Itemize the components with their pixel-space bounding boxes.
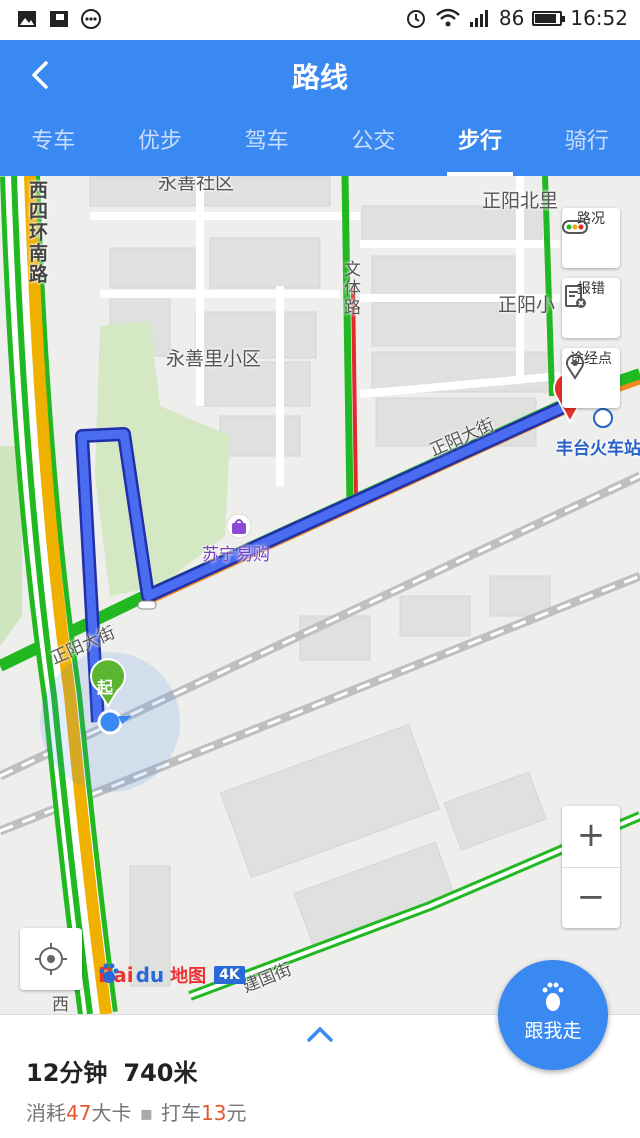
shopping-bag-icon (226, 513, 252, 539)
tab-bike[interactable]: 骑行 (533, 124, 640, 176)
follow-me-button[interactable]: 跟我走 (498, 960, 608, 1070)
route-duration: 12分钟 (26, 1059, 108, 1087)
tab-transit[interactable]: 公交 (320, 124, 427, 176)
calorie-prefix: 消耗 (26, 1101, 66, 1125)
waypoint-pin-icon (566, 354, 584, 380)
map-label-yongshanli: 永善里小区 (166, 348, 262, 370)
crosshair-icon (35, 943, 67, 975)
taxi-prefix: 打车 (161, 1101, 202, 1125)
chevron-up-icon[interactable] (306, 1025, 334, 1043)
more-dots-icon (81, 9, 101, 29)
system-icons: 86 16:52 (405, 6, 628, 30)
report-error-icon (565, 285, 586, 308)
wifi-icon (436, 8, 460, 27)
taxi-value: 13 (201, 1101, 227, 1125)
page-title: 路线 (291, 61, 348, 94)
map-label-xisihuan: 西四环南路 (26, 180, 48, 285)
map-label-fengtai-station: 丰台火车站 (556, 439, 640, 459)
image-flag-icon (50, 11, 68, 27)
route-duration-distance: 12分钟 740米 (26, 1053, 198, 1088)
logo-du: du (135, 963, 165, 987)
zoom-in-button[interactable]: + (562, 806, 620, 867)
waypoint-button[interactable]: 途经点 (562, 348, 620, 408)
route-extra-info: 消耗47大卡 ▪ 打车13元 (26, 1097, 246, 1126)
battery-percent: 86 (498, 6, 525, 30)
map-label-zhengyang-beili: 正阳北里 (482, 190, 559, 212)
locate-me-button[interactable] (20, 928, 82, 990)
taxi-suffix: 元 (226, 1101, 247, 1125)
report-error-button[interactable]: 报错 (562, 278, 620, 338)
transport-mode-tabs: 专车 优步 驾车 公交 步行 骑行 (0, 124, 640, 176)
map-label-wenti-lu: 文体路 (340, 260, 360, 317)
follow-me-label: 跟我走 (524, 1020, 582, 1042)
notification-icons (16, 8, 102, 30)
tab-drive[interactable]: 驾车 (213, 124, 320, 176)
route-header: 路线 专车 优步 驾车 公交 步行 骑行 (0, 40, 640, 176)
footprints-icon (542, 982, 564, 1011)
traffic-light-icon (562, 220, 588, 234)
status-bar: 86 16:52 (0, 0, 640, 40)
tab-zhuanche[interactable]: 专车 (0, 124, 107, 176)
map-view[interactable]: 永善社区 正阳北里 正阳小 西四环南路 文体路 永善里小区 正阳大街 正阳大街 … (0, 176, 640, 1014)
alarm-icon (406, 10, 425, 28)
subway-station-icon (593, 408, 613, 428)
start-marker-label: 起 (97, 678, 114, 697)
map-label-zhengyang-xiao: 正阳小 (498, 294, 556, 316)
tab-uber[interactable]: 优步 (107, 124, 214, 176)
route-distance: 740米 (123, 1059, 198, 1087)
paw-logo-icon (99, 963, 119, 983)
logo-ditu: 地图 (170, 966, 207, 987)
map-label-xi: 西 (52, 995, 69, 1014)
battery-icon (532, 10, 566, 26)
traffic-toggle-button[interactable]: 路况 (562, 208, 620, 268)
zoom-out-button[interactable]: − (562, 867, 620, 928)
calorie-suffix: 大卡 (91, 1101, 132, 1125)
logo-4k-badge: 4K (214, 966, 245, 984)
baidu-map-logo: Bai du 地图 4K (98, 962, 245, 988)
zoom-control: + − (562, 806, 620, 928)
separator-dot: ▪ (139, 1101, 154, 1125)
clock: 16:52 (570, 6, 628, 30)
map-label-yongshan: 永善社区 (158, 176, 235, 194)
tab-walk[interactable]: 步行 (427, 124, 534, 176)
map-label-suning: 苏宁易购 (202, 545, 270, 565)
image-icon (18, 11, 36, 27)
calorie-value: 47 (66, 1101, 92, 1125)
signal-icon (469, 10, 488, 27)
